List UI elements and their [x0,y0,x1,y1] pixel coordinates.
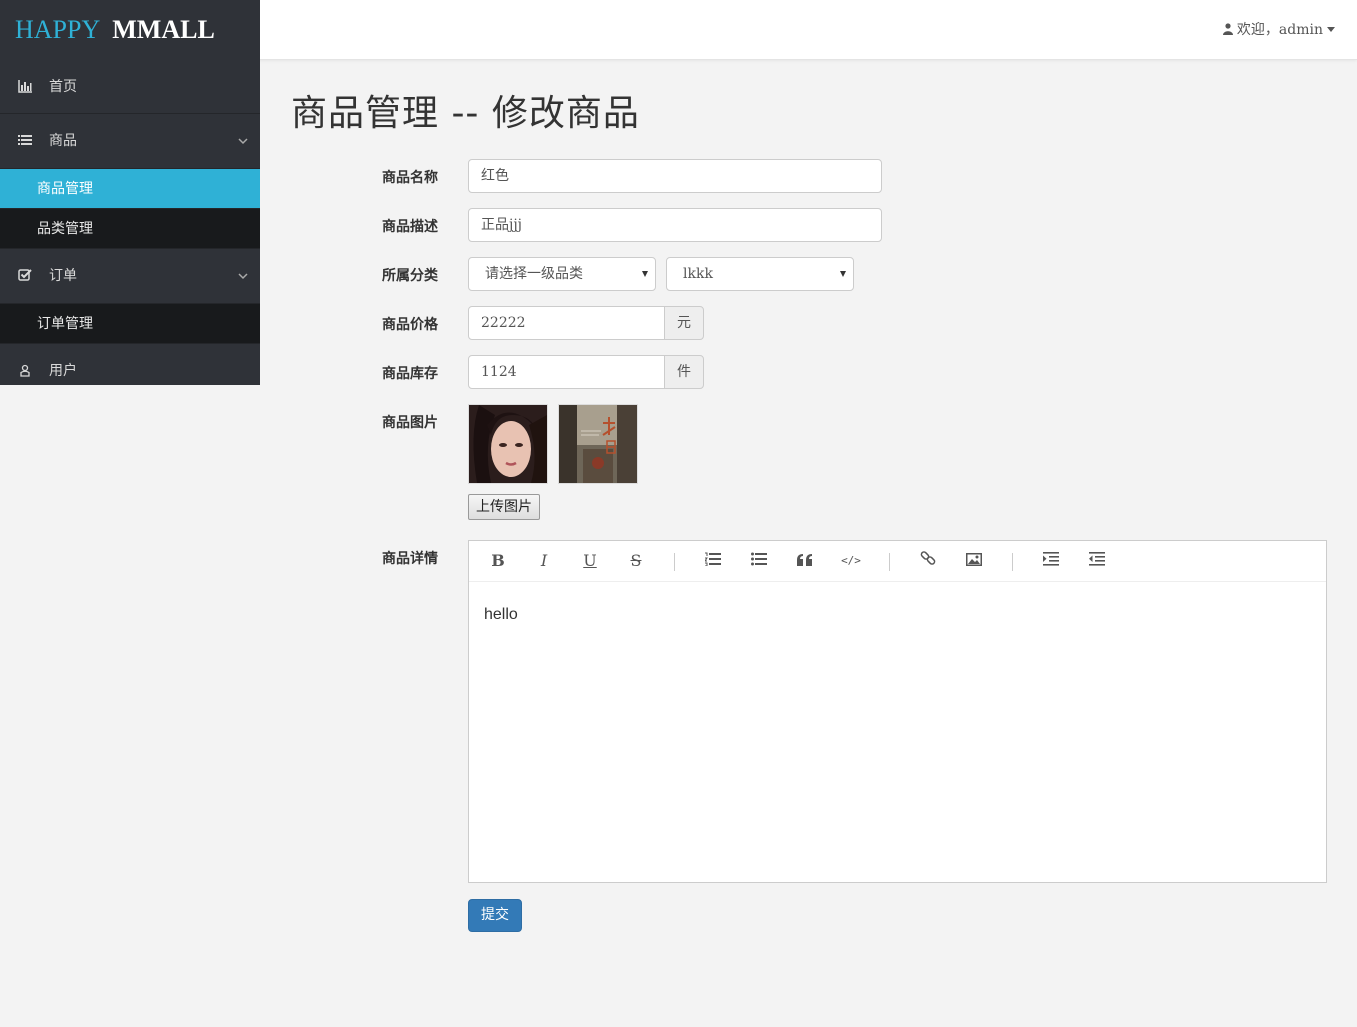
select-arrow-icon [840,271,846,277]
code-icon[interactable]: </> [836,549,866,573]
rich-text-editor[interactable]: B I U S </> hello [468,540,1327,883]
chevron-down-icon [238,114,248,169]
upload-image-button[interactable]: 上传图片 [468,494,540,520]
caret-down-icon [1327,27,1335,32]
sidebar-subitem-product-manage[interactable]: 商品管理 [0,169,260,209]
editor-toolbar: B I U S </> [469,541,1326,582]
user-icon [1222,23,1233,35]
top-bar: HAPPY MMALL 欢迎，admin [0,0,1357,60]
page-title: 商品管理 -- 修改商品 [291,93,640,134]
second-category-select[interactable]: lkkk [666,257,854,291]
image-icon[interactable] [959,549,989,573]
sidebar-item-label: 商品 [49,133,77,149]
sidebar-item-home[interactable]: 首页 [0,60,260,114]
product-subtitle-input[interactable]: 正品jjj [468,208,882,242]
stock-unit-addon: 件 [664,355,704,389]
link-icon[interactable] [913,549,943,573]
outdent-icon[interactable] [1082,549,1112,573]
indent-icon[interactable] [1036,549,1066,573]
list-icon [18,135,32,145]
chevron-down-icon [238,249,248,304]
underline-icon[interactable]: U [575,549,605,573]
sidebar: 首页 商品 商品管理 品类管理 订单 订单管理 用户 [0,60,260,385]
sidebar-item-user[interactable]: 用户 [0,344,260,385]
stock-input[interactable]: 1124 [468,355,665,389]
brand-logo[interactable]: HAPPY MMALL [0,0,260,60]
ordered-list-icon[interactable] [698,549,728,573]
price-input[interactable]: 22222 [468,306,665,340]
label-product-subtitle: 商品描述 [382,219,438,235]
quote-icon[interactable] [790,549,820,573]
toolbar-divider [674,553,675,571]
first-category-value: 请选择一级品类 [485,266,583,282]
sidebar-subitem-category-manage[interactable]: 品类管理 [0,209,260,249]
label-stock: 商品库存 [382,366,438,382]
unordered-list-icon[interactable] [744,549,774,573]
label-detail: 商品详情 [382,551,438,567]
price-unit-addon: 元 [664,306,704,340]
sidebar-subitem-order-manage[interactable]: 订单管理 [0,304,260,344]
check-square-icon [18,269,32,281]
sidebar-item-label: 订单 [49,268,77,284]
sidebar-item-order[interactable]: 订单 [0,249,260,304]
user-menu[interactable]: 欢迎，admin [1222,0,1335,60]
toolbar-divider [889,553,890,571]
sidebar-item-label: 用户 [49,363,77,379]
second-category-value: lkkk [683,266,713,282]
first-category-select[interactable]: 请选择一级品类 [468,257,656,291]
brand-part-happy: HAPPY [15,15,101,44]
bar-chart-icon [18,80,32,93]
product-name-input[interactable]: 红色 [468,159,882,193]
sidebar-item-label: 首页 [49,79,77,95]
product-image-thumbnail[interactable] [558,404,638,484]
user-icon [20,364,30,377]
label-price: 商品价格 [382,317,438,333]
select-arrow-icon [642,271,648,277]
brand-part-mmall: MMALL [112,15,215,44]
label-images: 商品图片 [382,415,438,431]
editor-content[interactable]: hello [469,582,1326,648]
label-product-name: 商品名称 [382,170,438,186]
submit-button[interactable]: 提交 [468,899,522,932]
user-menu-label: 欢迎，admin [1236,22,1323,38]
product-image-thumbnail[interactable] [468,404,548,484]
bold-icon[interactable]: B [483,549,513,573]
strikethrough-icon[interactable]: S [621,549,651,573]
italic-icon[interactable]: I [529,549,559,573]
label-category: 所属分类 [382,268,438,284]
sidebar-item-product[interactable]: 商品 [0,114,260,169]
toolbar-divider [1012,553,1013,571]
